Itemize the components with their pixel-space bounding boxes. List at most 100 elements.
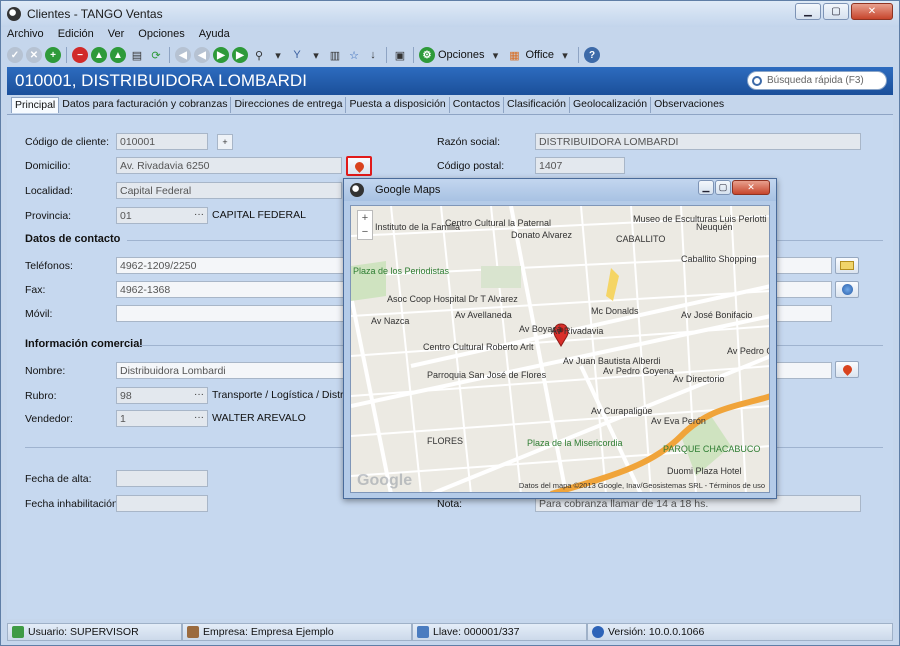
menu-ayuda[interactable]: Ayuda [199,28,230,44]
record-header: 010001, DISTRIBUIDORA LOMBARDI Búsqueda … [7,67,893,95]
vendedor-name: WALTER AREVALO [212,412,306,424]
lookup-dots-icon[interactable]: ··· [194,389,204,400]
menu-ver[interactable]: Ver [108,28,125,44]
map-label: Neuquén [696,222,733,232]
dropdown-arrow-icon[interactable]: ▾ [487,47,503,63]
menu-archivo[interactable]: Archivo [7,28,44,44]
first-record-icon[interactable]: ▲ [91,47,107,63]
map-label: Av Pedro Goyena [603,366,674,376]
lookup-dots-icon[interactable]: ··· [194,412,204,423]
fecha-alta-label: Fecha de alta: [25,473,92,485]
copy-code-icon[interactable]: + [217,134,233,150]
map-pin-button[interactable] [346,156,372,176]
maximize-button[interactable]: ▢ [823,3,849,20]
map-pin-icon [840,363,854,376]
web-button[interactable] [835,281,859,298]
nombre-map-button[interactable] [835,361,859,378]
map-label: Mc Donalds [591,306,639,316]
quick-search-input[interactable]: Búsqueda rápida (F3) [747,71,887,90]
comercial-section-title: Información comercial [25,338,143,350]
tab-principal[interactable]: Principal [11,97,60,113]
google-maps-window: Google Maps ▁ ▢ ✕ + − Instituto de la Fa… [343,178,777,499]
rubro-code-field[interactable]: 98 ··· [116,387,208,404]
provincia-code: 01 [120,210,132,222]
tab-facturacion[interactable]: Datos para facturación y cobranzas [59,97,232,113]
sort-az-icon[interactable]: ↓ [365,47,381,63]
nav-first-icon[interactable]: ◀ [175,47,191,63]
domicilio-field[interactable]: Av. Rivadavia 6250 [116,157,342,174]
map-zoom-control[interactable]: + − [357,210,373,240]
key-icon [417,626,429,638]
filter-icon[interactable]: Y [289,47,305,63]
map-label: Parroquia San José de Flores [427,370,547,380]
tab-strip: Principal Datos para facturación y cobra… [11,97,727,113]
codigo-postal-field[interactable]: 1407 [535,157,625,174]
codigo-field[interactable]: 010001 [116,133,208,150]
lookup-dots-icon[interactable]: ··· [194,209,204,220]
map-label: CABALLITO [616,234,666,244]
provincia-label: Provincia: [25,210,72,222]
tab-clasificacion[interactable]: Clasificación [504,97,570,113]
vendedor-code-field[interactable]: 1 ··· [116,410,208,427]
title-bar: Clientes - TANGO Ventas ▁ ▢ ✕ [1,1,899,27]
menu-edicion[interactable]: Edición [58,28,94,44]
fecha-alta-field[interactable] [116,470,208,487]
opciones-button[interactable]: Opciones [438,49,484,61]
map-label: Centro Cultural Roberto Arlt [423,342,534,352]
menu-opciones[interactable]: Opciones [138,28,184,44]
map-label: Av Nazca [371,316,410,326]
google-maps-titlebar[interactable]: Google Maps ▁ ▢ ✕ [344,179,776,201]
google-maps-title: Google Maps [375,184,441,196]
delete-icon[interactable]: − [72,47,88,63]
contacto-section-title: Datos de contacto [25,233,121,245]
dropdown-arrow-icon[interactable]: ▾ [308,47,324,63]
tab-geolocalizacion[interactable]: Geolocalización [570,97,652,113]
add-icon[interactable]: + [45,47,61,63]
nav-back-icon[interactable]: ◀ [194,47,210,63]
fecha-inhabilitacion-field[interactable] [116,495,208,512]
columns-icon[interactable]: ▥ [327,47,343,63]
tab-puesta[interactable]: Puesta a disposición [346,97,450,113]
dropdown-arrow-icon[interactable]: ▾ [270,47,286,63]
map-minimize-button[interactable]: ▁ [698,180,714,195]
toolbar: ✓ ✕ + − ▲ ▲ ▤ ⟳ ◀ ◀ ▶ ▶ ⚲ ▾ Y ▾ ▥ ☆ ↓ ▣ … [7,45,601,65]
opciones-gear-icon[interactable]: ⚙ [419,47,435,63]
map-view[interactable]: + − Instituto de la Familia Centro Cultur… [350,205,770,493]
close-button[interactable]: ✕ [851,3,893,20]
provincia-code-field[interactable]: 01 ··· [116,207,208,224]
tab-observaciones[interactable]: Observaciones [651,97,727,113]
check-icon[interactable]: ✓ [7,47,23,63]
print-icon[interactable]: ▤ [129,47,145,63]
status-usuario: Usuario: SUPERVISOR [7,623,182,641]
cancel-icon[interactable]: ✕ [26,47,42,63]
office-button[interactable]: Office [525,49,554,61]
tab-direcciones[interactable]: Direcciones de entrega [231,97,347,113]
map-attribution[interactable]: Datos del mapa ©2013 Google, Inav/Geosis… [519,481,765,490]
binoculars-icon[interactable]: ⚲ [251,47,267,63]
vendedor-label: Vendedor: [25,413,73,425]
map-label: Av Boyacá [519,324,562,334]
telefonos-label: Teléfonos: [25,260,73,272]
map-label: Av José Bonifacio [681,310,753,320]
tab-contactos[interactable]: Contactos [450,97,505,113]
help-icon[interactable]: ? [584,47,601,63]
email-button[interactable] [835,257,859,274]
razon-social-field[interactable]: DISTRIBUIDORA LOMBARDI [535,133,861,150]
map-maximize-button[interactable]: ▢ [715,180,731,195]
globe-icon [841,284,853,295]
previous-record-icon[interactable]: ▲ [110,47,126,63]
rubro-label: Rubro: [25,390,57,402]
nav-next-icon[interactable]: ▶ [213,47,229,63]
favorite-star-icon[interactable]: ☆ [346,47,362,63]
dropdown-arrow-icon[interactable]: ▾ [557,47,573,63]
map-close-button[interactable]: ✕ [732,180,770,195]
localidad-field[interactable]: Capital Federal [116,182,342,199]
office-icon[interactable]: ▦ [506,47,522,63]
provincia-name: CAPITAL FEDERAL [212,209,306,221]
map-label: Av Directorio [673,374,725,384]
envelope-icon [840,261,854,270]
nav-last-icon[interactable]: ▶ [232,47,248,63]
report-icon[interactable]: ▣ [392,47,408,63]
refresh-icon[interactable]: ⟳ [148,47,164,63]
minimize-button[interactable]: ▁ [795,3,821,20]
